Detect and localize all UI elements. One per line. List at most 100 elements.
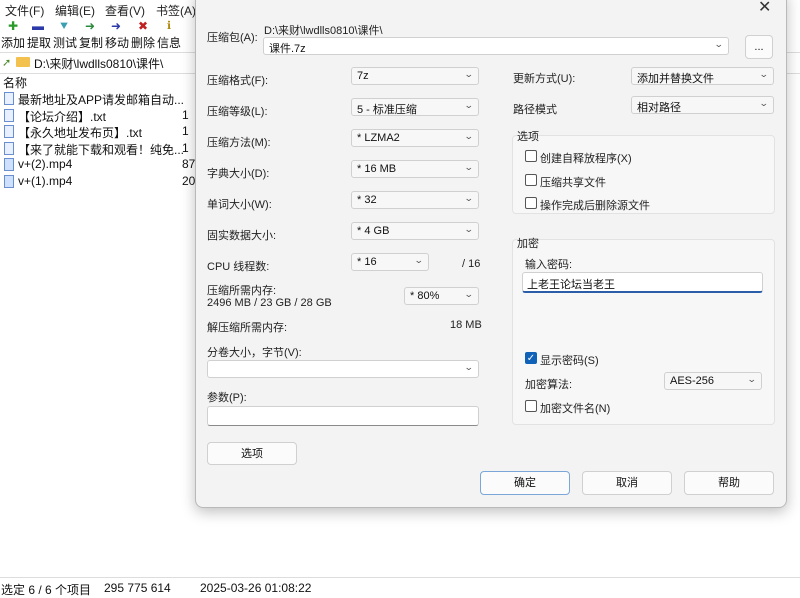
chevron-down-icon: ⌄ <box>414 255 425 265</box>
chevron-down-icon: ⌄ <box>464 69 475 79</box>
toolbar-add[interactable]: 添加 <box>1 34 25 51</box>
memory-percent-select[interactable]: * 80% ⌄ <box>404 287 479 305</box>
menu-bookmarks[interactable]: 书签(A) <box>156 2 196 19</box>
dictionary-select[interactable]: * 16 MB ⌄ <box>351 160 479 178</box>
up-arrow-icon[interactable]: ➚ <box>2 56 11 69</box>
split-size-combo[interactable]: ⌄ <box>207 360 479 378</box>
decompress-memory-label: 解压缩所需内存: <box>207 322 288 334</box>
menu-view[interactable]: 查看(V) <box>105 2 145 19</box>
text-file-icon <box>4 125 14 138</box>
format-label: 压缩格式(F): <box>207 75 269 87</box>
level-label: 压缩等级(L): <box>207 106 268 118</box>
password-input[interactable]: 上老王论坛当老王 <box>522 272 763 293</box>
toolbar-info[interactable]: 信息 <box>157 34 181 51</box>
compress-memory-value: 2496 MB / 23 GB / 28 GB <box>207 297 332 309</box>
cpu-threads-label: CPU 线程数: <box>207 261 270 273</box>
chevron-down-icon: ⌄ <box>759 98 770 108</box>
status-datetime: 2025-03-26 01:08:22 <box>200 581 312 595</box>
shared-files-checkbox[interactable] <box>525 174 537 186</box>
cpu-threads-total: / 16 <box>462 258 481 270</box>
encryption-method-label: 加密算法: <box>525 379 573 391</box>
toolbar-test[interactable]: 测试 <box>53 34 77 51</box>
decompress-memory-value: 18 MB <box>450 319 482 331</box>
method-label: 压缩方法(M): <box>207 137 271 149</box>
address-text[interactable]: D:\来财\lwdlls0810\课件\ <box>34 55 163 72</box>
dictionary-label: 字典大小(D): <box>207 168 270 180</box>
path-mode-select[interactable]: 相对路径 ⌄ <box>631 96 774 114</box>
archive-label: 压缩包(A): <box>207 32 258 44</box>
chevron-down-icon: ⌄ <box>464 224 475 234</box>
close-icon[interactable]: ✕ <box>758 0 771 17</box>
arrow-right-icon[interactable]: ➜ <box>83 19 97 33</box>
minus-icon[interactable]: ▬ <box>31 19 45 33</box>
list-item[interactable]: 【论坛介绍】.txt 1 <box>0 108 200 124</box>
toolbar-delete[interactable]: 删除 <box>131 34 155 51</box>
column-header-name[interactable]: 名称 <box>3 74 27 91</box>
menu-edit[interactable]: 编辑(E) <box>55 2 95 19</box>
chevron-down-icon: ⌄ <box>464 162 475 172</box>
show-password-checkbox[interactable]: ✓ <box>525 352 537 364</box>
text-file-icon <box>4 92 14 105</box>
status-bar: 选定 6 / 6 个项目 295 775 614 2025-03-26 01:0… <box>0 577 800 598</box>
delete-x-icon[interactable]: ✖ <box>136 19 150 33</box>
arrow-right-icon[interactable]: ➜ <box>109 19 123 33</box>
toolbar-copy[interactable]: 复制 <box>79 34 103 51</box>
shared-files-label[interactable]: 压缩共享文件 <box>540 174 606 190</box>
encrypt-names-label[interactable]: 加密文件名(N) <box>540 400 610 416</box>
encrypt-names-checkbox[interactable] <box>525 400 537 412</box>
options-button[interactable]: 选项 <box>207 442 297 465</box>
chevron-down-icon: ⌄ <box>464 100 475 110</box>
format-select[interactable]: 7z ⌄ <box>351 67 479 85</box>
menu-file[interactable]: 文件(F) <box>5 2 44 19</box>
chevron-down-icon: ⌄ <box>464 193 475 203</box>
cpu-threads-select[interactable]: * 16 ⌄ <box>351 253 429 271</box>
cancel-button[interactable]: 取消 <box>582 471 672 495</box>
list-item[interactable]: v+(1).mp4 20 <box>0 174 200 190</box>
plus-icon[interactable]: ✚ <box>6 19 20 33</box>
text-file-icon <box>4 109 14 122</box>
word-size-select[interactable]: * 32 ⌄ <box>351 191 479 209</box>
chevron-down-icon: ⌄ <box>464 289 475 299</box>
list-item[interactable]: 最新地址及APP请发邮箱自动... <box>0 91 200 107</box>
show-password-label[interactable]: 显示密码(S) <box>540 352 599 368</box>
folder-icon <box>16 57 30 67</box>
browse-button[interactable]: ... <box>745 35 773 59</box>
chevron-down-icon: ⌄ <box>464 131 475 141</box>
word-size-label: 单词大小(W): <box>207 199 272 211</box>
archive-path: D:\来财\lwdlls0810\课件\ <box>264 25 383 37</box>
archive-name-combo[interactable]: 课件.7z ⌄ <box>263 37 729 55</box>
ok-button[interactable]: 确定 <box>480 471 570 495</box>
delete-after-checkbox[interactable] <box>525 197 537 209</box>
solid-size-select[interactable]: * 4 GB ⌄ <box>351 222 479 240</box>
list-item[interactable]: 【来了就能下载和观看！纯免... 1 <box>0 141 200 157</box>
help-button[interactable]: 帮助 <box>684 471 774 495</box>
parameters-input[interactable] <box>207 406 479 426</box>
update-mode-label: 更新方式(U): <box>513 73 576 85</box>
chevron-down-icon: ⌄ <box>464 362 475 372</box>
chevron-down-icon: ⌄ <box>759 69 770 79</box>
password-label: 输入密码: <box>525 259 573 271</box>
chevron-down-icon: ⌄ <box>747 374 758 384</box>
path-mode-label: 路径模式 <box>513 104 557 116</box>
sfx-label[interactable]: 创建自释放程序(X) <box>540 150 632 166</box>
add-to-archive-dialog: ✕ 压缩包(A): D:\来财\lwdlls0810\课件\ 课件.7z ⌄ .… <box>195 0 787 508</box>
update-mode-select[interactable]: 添加并替换文件 ⌄ <box>631 67 774 85</box>
parameters-label: 参数(P): <box>207 392 247 404</box>
delete-after-label[interactable]: 操作完成后删除源文件 <box>540 197 650 213</box>
level-select[interactable]: 5 - 标准压缩 ⌄ <box>351 98 479 116</box>
video-file-icon <box>4 158 14 171</box>
split-size-label: 分卷大小，字节(V): <box>207 347 302 359</box>
check-icon[interactable]: ⯆ <box>57 19 71 33</box>
toolbar-move[interactable]: 移动 <box>105 34 129 51</box>
compress-memory-label: 压缩所需内存: <box>207 285 277 297</box>
text-file-icon <box>4 142 14 155</box>
sfx-checkbox[interactable] <box>525 150 537 162</box>
info-icon[interactable]: ℹ <box>162 19 176 33</box>
list-item[interactable]: v+(2).mp4 87 <box>0 157 200 173</box>
list-item[interactable]: 【永久地址发布页】.txt 1 <box>0 124 200 140</box>
chevron-down-icon: ⌄ <box>714 39 725 49</box>
encryption-method-select[interactable]: AES-256 ⌄ <box>664 372 762 390</box>
toolbar-extract[interactable]: 提取 <box>27 34 51 51</box>
method-select[interactable]: * LZMA2 ⌄ <box>351 129 479 147</box>
status-selected: 选定 6 / 6 个项目 <box>1 583 92 597</box>
